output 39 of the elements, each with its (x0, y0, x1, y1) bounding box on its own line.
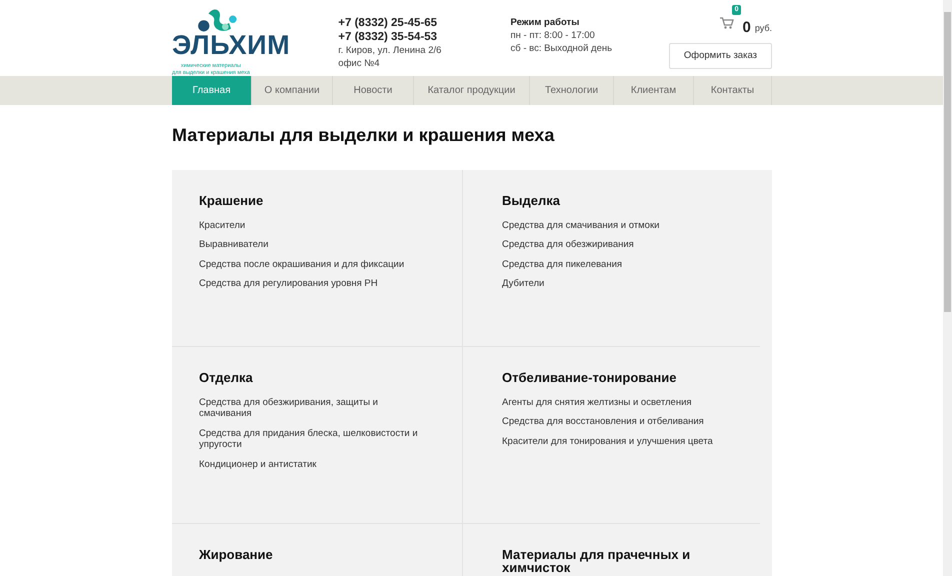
address-text: г. Киров, ул. Ленина 2/6 (338, 44, 442, 57)
category-title[interactable]: Отбеливание-тонирование (502, 370, 733, 384)
category-link[interactable]: Средства для пикелевания (502, 258, 732, 270)
hours-text: пн - пт: 8:00 - 17:00 (510, 29, 596, 42)
category-link[interactable]: Средства после окрашивания и для фиксации (199, 258, 429, 270)
nav-tab[interactable]: Каталог продукции (414, 76, 530, 105)
category-link[interactable]: Дубители (502, 278, 732, 290)
category-link[interactable]: Кондиционер и антистатик (199, 458, 429, 470)
cart-icon[interactable] (720, 16, 734, 29)
category-link[interactable]: Средства для регулирования уровня PH (199, 278, 429, 290)
category-link[interactable]: Средства для придания блеска, шелковистости и упругости (199, 428, 429, 451)
category-title[interactable]: Жирование (199, 548, 435, 561)
category-link[interactable]: Красители для тонирования и улучшения цвета (502, 436, 732, 448)
nav-tab[interactable]: Новости (333, 76, 414, 105)
category-link[interactable]: Средства для обезжиривания, защиты и смачивания (199, 396, 429, 420)
category-link[interactable]: Средства для смачивания и отмоки (502, 220, 732, 232)
page-title: Материалы для выделки и крашения меха (172, 125, 556, 147)
cart-total: 0 (742, 20, 751, 35)
order-button[interactable]: Оформить заказ (668, 43, 772, 70)
category-title[interactable]: Крашение (199, 194, 435, 207)
phone-number: +7 (8332) 35-54-53 (338, 30, 438, 44)
category-title[interactable]: Материалы для прачечных и химчисток (502, 548, 733, 574)
category-link[interactable]: Агенты для снятия желтизны и осветления (502, 396, 732, 408)
category-link[interactable]: Красители (199, 220, 429, 232)
nav-tab[interactable]: О компании (252, 76, 333, 105)
phone-number: +7 (8332) 25-45-65 (338, 16, 438, 30)
category-link[interactable]: Выравниватели (199, 239, 429, 251)
currency-label: руб. (754, 22, 772, 35)
nav-tab[interactable]: Технологии (530, 76, 614, 105)
category-link[interactable]: Средства для обезжиривания (502, 239, 732, 251)
hours-text: сб - вс: Выходной день (510, 42, 614, 55)
category-title[interactable]: Отделка (199, 370, 435, 384)
hours-title: Режим работы (510, 16, 580, 29)
nav-tab[interactable]: Контакты (694, 76, 772, 105)
category-link[interactable]: Средства для восстановления и отбеливания (502, 416, 732, 428)
category-title[interactable]: Выделка (502, 194, 733, 207)
logo-name: ЭЛЬХИМ (172, 32, 290, 60)
nav-tab[interactable]: Клиентам (614, 76, 694, 105)
address-text: офис №4 (338, 57, 381, 70)
